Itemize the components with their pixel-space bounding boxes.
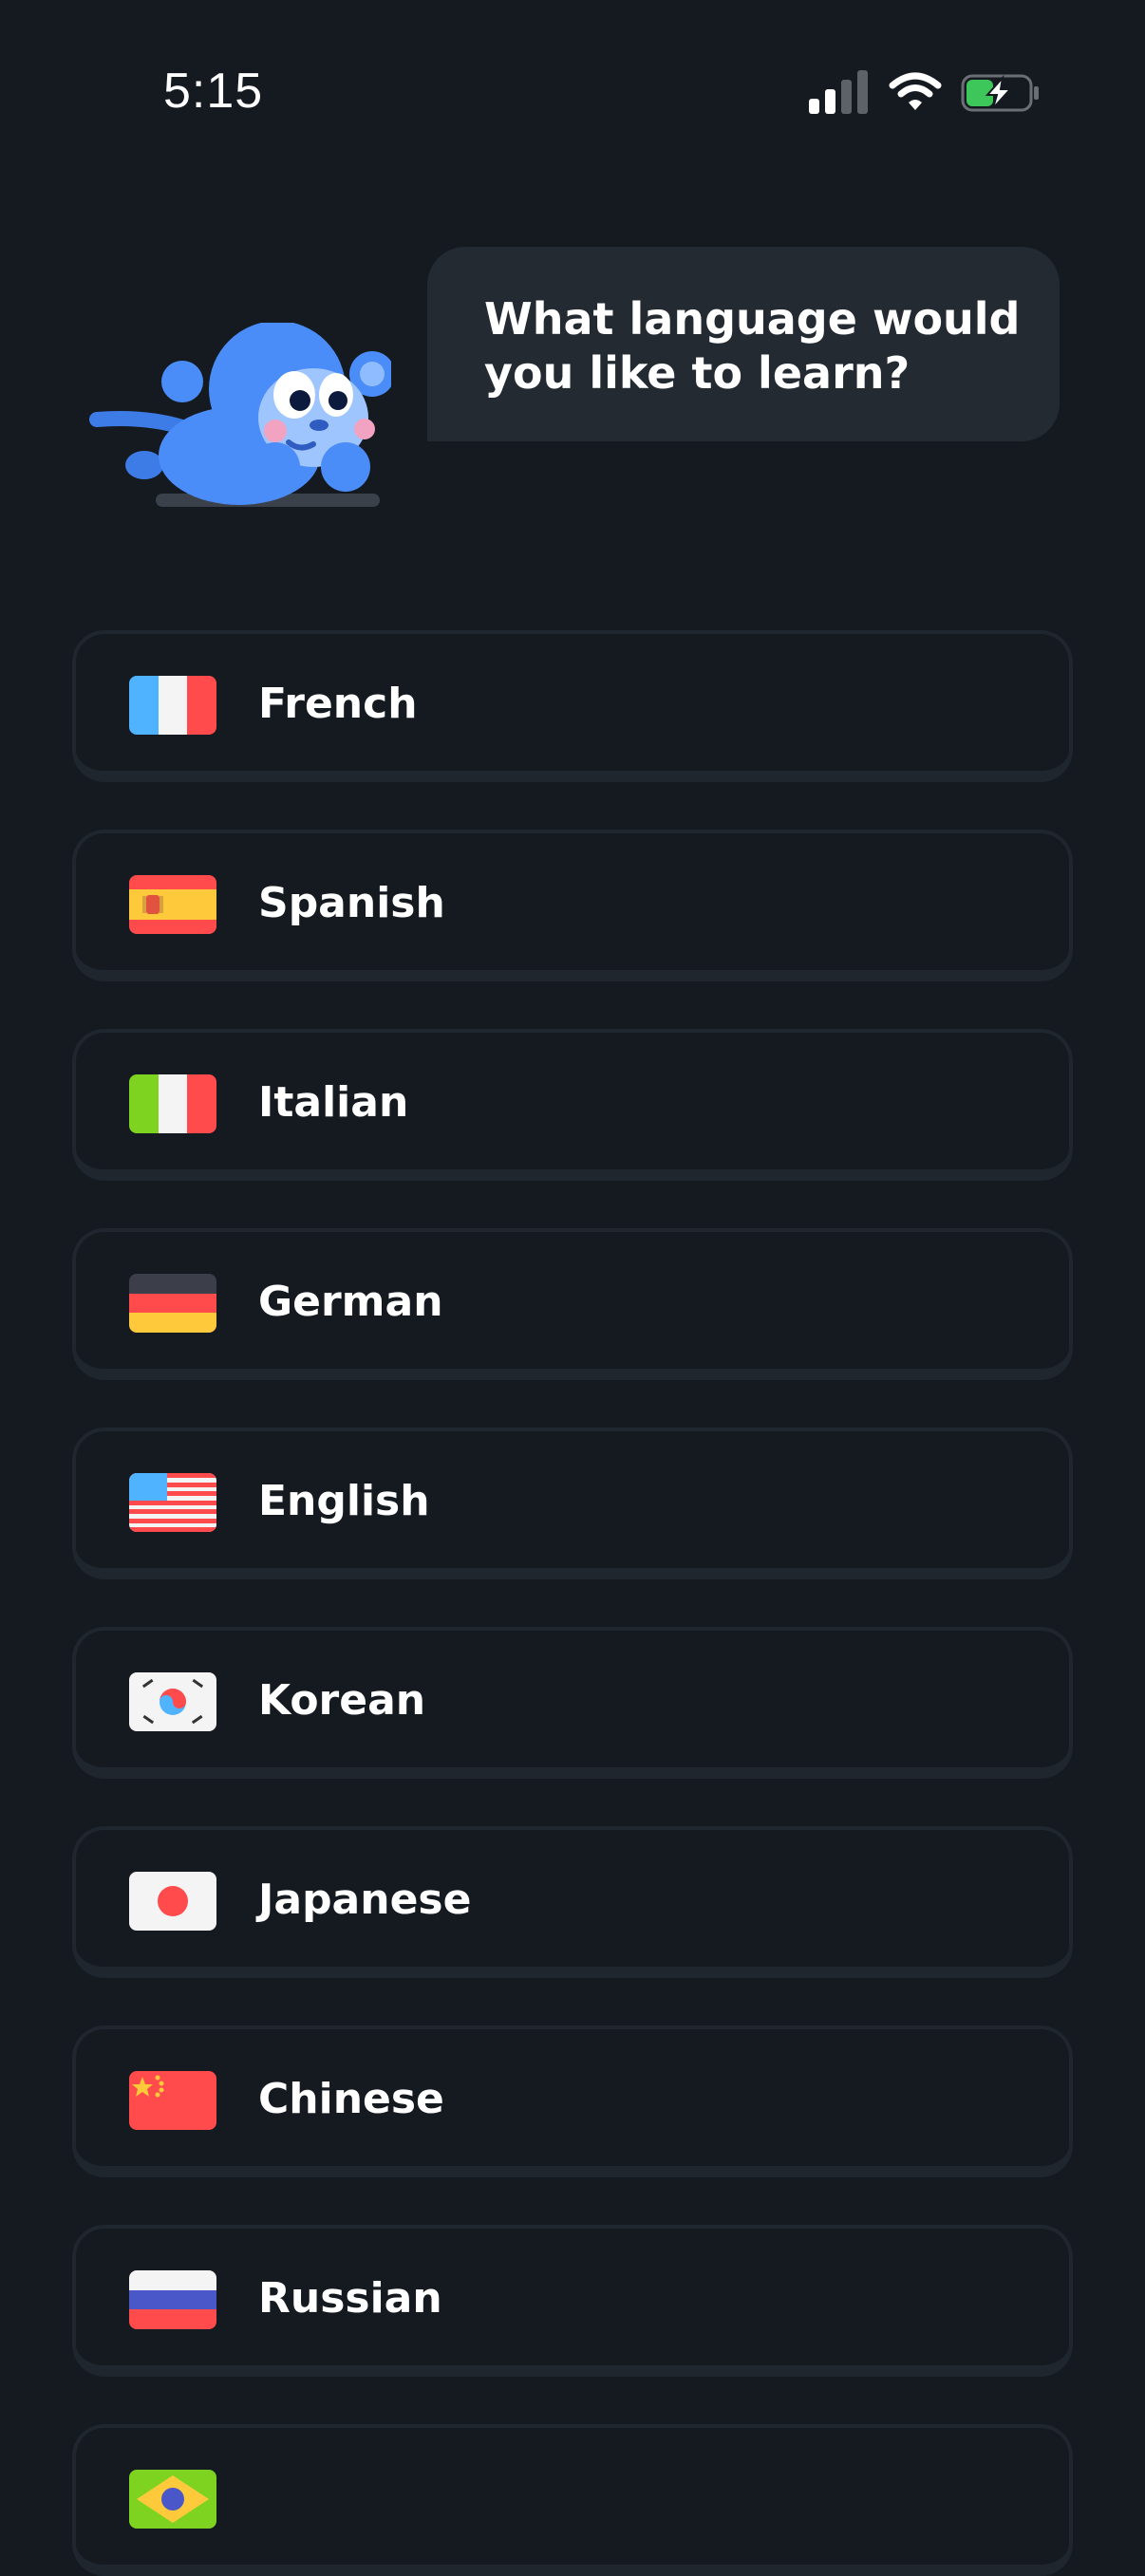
- mascot-illustration: [89, 323, 391, 507]
- language-option-spanish[interactable]: Spanish: [72, 830, 1073, 981]
- brazil-flag-icon: [129, 2470, 216, 2529]
- spain-flag-icon: [129, 875, 216, 934]
- language-label: Japanese: [258, 1876, 472, 1924]
- language-label: French: [258, 680, 418, 728]
- language-option-italian[interactable]: Italian: [72, 1029, 1073, 1181]
- status-bar: 5:15: [0, 0, 1145, 142]
- language-option-english[interactable]: English: [72, 1428, 1073, 1579]
- language-label: English: [258, 1477, 430, 1525]
- language-label: Italian: [258, 1078, 409, 1127]
- language-option-japanese[interactable]: Japanese: [72, 1826, 1073, 1978]
- language-option-german[interactable]: German: [72, 1228, 1073, 1380]
- usa-flag-icon: [129, 1473, 216, 1532]
- language-option-french[interactable]: French: [72, 630, 1073, 782]
- japan-flag-icon: [129, 1872, 216, 1931]
- language-label: Spanish: [258, 879, 445, 927]
- germany-flag-icon: [129, 1274, 216, 1333]
- status-icons: [809, 70, 1042, 114]
- china-flag-icon: [129, 2071, 216, 2130]
- battery-charging-icon: [961, 74, 1039, 112]
- language-option-korean[interactable]: Korean: [72, 1627, 1073, 1779]
- language-label: German: [258, 1278, 443, 1326]
- language-option-chinese[interactable]: Chinese: [72, 2025, 1073, 2177]
- wifi-icon: [889, 72, 942, 110]
- cellular-signal-icon: [809, 70, 868, 114]
- language-option-portuguese[interactable]: [72, 2424, 1073, 2576]
- italy-flag-icon: [129, 1074, 216, 1133]
- language-option-russian[interactable]: Russian: [72, 2225, 1073, 2377]
- language-label: Korean: [258, 1676, 426, 1725]
- speech-bubble: What language would you like to learn?: [427, 247, 1060, 441]
- france-flag-icon: [129, 676, 216, 735]
- russia-flag-icon: [129, 2270, 216, 2329]
- language-label: Russian: [258, 2274, 442, 2323]
- language-label: Chinese: [258, 2075, 444, 2123]
- status-time: 5:15: [163, 64, 264, 119]
- south-korea-flag-icon: [129, 1672, 216, 1731]
- question-text: What language would you like to learn?: [484, 293, 1021, 399]
